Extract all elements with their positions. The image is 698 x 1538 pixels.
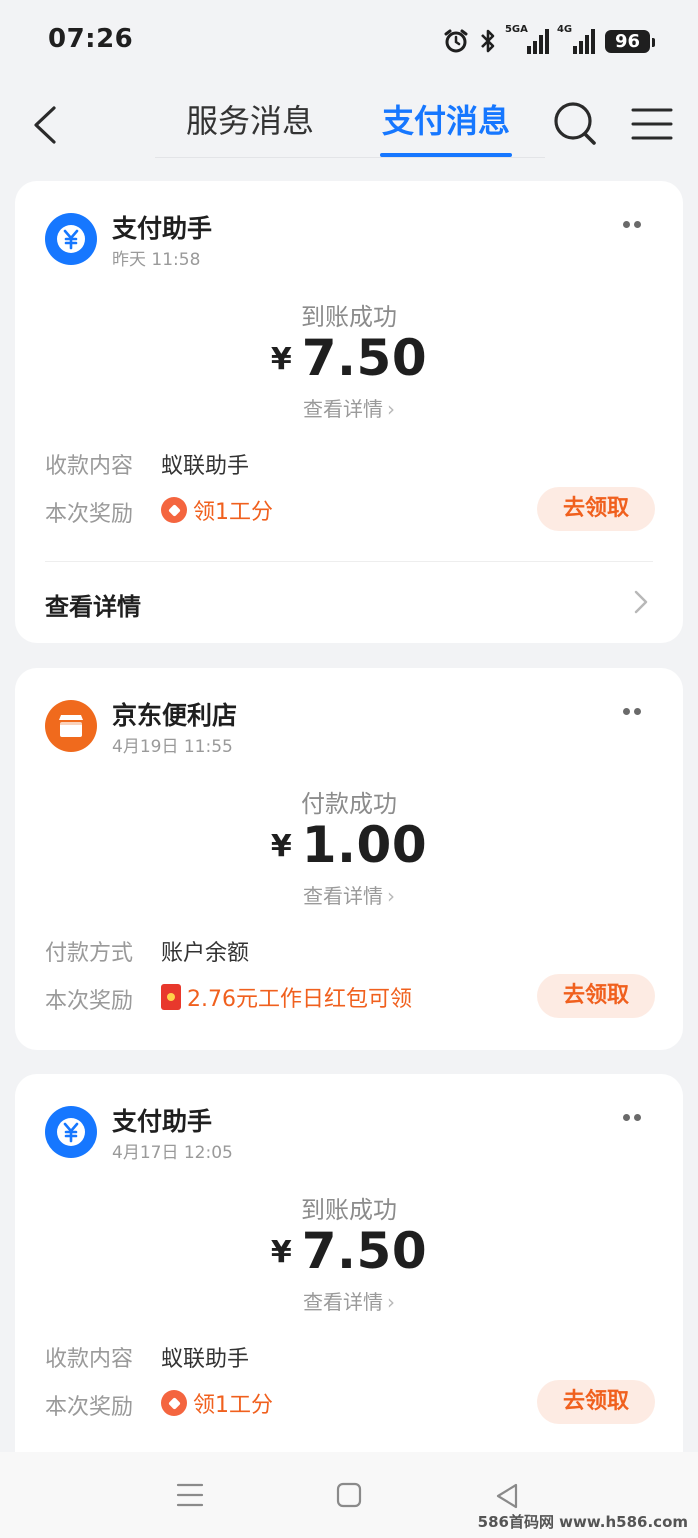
system-icons: 5GA 4G 96 [443, 24, 656, 58]
signal-5ga-icon: 5GA [505, 24, 549, 54]
divider [45, 561, 653, 562]
row-value: 蚁联助手 [161, 1347, 250, 1372]
sender-name: 京东便利店 [112, 701, 238, 730]
reward-value: 2.76元工作日红包可领 [161, 981, 412, 1013]
watermark: 586首码网 www.h586.com [477, 1513, 688, 1531]
back-triangle-icon[interactable] [494, 1482, 520, 1510]
currency-symbol: ¥ [270, 342, 292, 377]
currency-symbol: ¥ [270, 829, 292, 864]
sender-name: 支付助手 [112, 214, 213, 243]
reward-label: 本次奖励 [45, 502, 134, 527]
menu-icon[interactable] [630, 104, 674, 144]
tab-service-messages[interactable]: 服务消息 [186, 96, 314, 142]
chevron-right-icon: › [387, 1290, 395, 1314]
yuan-icon [57, 1118, 85, 1146]
view-details-link[interactable]: 查看详情 › [15, 1286, 683, 1315]
currency-symbol: ¥ [270, 1235, 292, 1270]
reward-label: 本次奖励 [45, 989, 134, 1014]
recent-apps-icon[interactable] [176, 1482, 204, 1508]
nav-header: 服务消息 支付消息 [0, 80, 698, 170]
bluetooth-icon [481, 29, 495, 53]
row-label: 收款内容 [45, 1347, 134, 1372]
store-icon [59, 715, 83, 737]
yuan-icon [57, 225, 85, 253]
points-icon [161, 1390, 187, 1416]
claim-button[interactable]: 去领取 [537, 974, 655, 1018]
row-value: 账户余额 [161, 941, 250, 966]
tab-payment-messages[interactable]: 支付消息 [382, 96, 510, 142]
amount-value: 7.50 [301, 329, 428, 387]
chevron-right-icon: › [387, 397, 395, 421]
row-label: 收款内容 [45, 454, 134, 479]
view-details-link[interactable]: 查看详情 › [15, 880, 683, 909]
transaction-amount: ¥1.00 [15, 816, 683, 874]
claim-button[interactable]: 去领取 [537, 487, 655, 531]
more-options-icon[interactable] [623, 221, 643, 229]
alipay-assistant-avatar [45, 213, 97, 265]
transaction-amount: ¥7.50 [15, 1222, 683, 1280]
red-packet-icon [161, 984, 181, 1010]
active-tab-indicator [380, 153, 512, 157]
alipay-assistant-avatar [45, 1106, 97, 1158]
row-value: 蚁联助手 [161, 454, 250, 479]
transaction-status: 付款成功 [301, 790, 397, 818]
row-label: 付款方式 [45, 941, 134, 966]
reward-value: 领1工分 [161, 1387, 273, 1419]
system-nav-bar: 586首码网 www.h586.com [0, 1452, 698, 1538]
search-icon[interactable] [550, 98, 600, 150]
home-icon[interactable] [336, 1482, 362, 1508]
store-avatar [45, 700, 97, 752]
reward-label: 本次奖励 [45, 1395, 134, 1420]
message-time: 昨天 11:58 [112, 250, 201, 270]
signal-4g-icon: 4G [557, 24, 595, 54]
message-card[interactable]: 支付助手 4月17日 12:05 到账成功 ¥7.50 查看详情 › 收款内容 蚁… [15, 1074, 683, 1474]
battery-level: 96 [604, 29, 656, 53]
transaction-amount: ¥7.50 [15, 329, 683, 387]
reward-value: 领1工分 [161, 494, 273, 526]
view-details-footer[interactable]: 查看详情 [45, 587, 141, 622]
message-time: 4月17日 12:05 [112, 1143, 233, 1163]
tab-divider [155, 157, 545, 158]
chevron-right-icon: › [387, 884, 395, 908]
more-options-icon[interactable] [623, 708, 643, 716]
back-arrow-icon[interactable] [28, 102, 68, 148]
status-bar: 07:26 5GA 4G 96 [0, 0, 698, 80]
clock: 07:26 [48, 24, 134, 54]
more-options-icon[interactable] [623, 1114, 643, 1122]
message-card[interactable]: 京东便利店 4月19日 11:55 付款成功 ¥1.00 查看详情 › 付款方式 … [15, 668, 683, 1050]
amount-value: 7.50 [301, 1222, 428, 1280]
transaction-status: 到账成功 [301, 303, 397, 331]
message-card[interactable]: 支付助手 昨天 11:58 到账成功 ¥7.50 查看详情 › 收款内容 蚁联助手… [15, 181, 683, 643]
chevron-right-icon[interactable] [633, 589, 649, 615]
claim-button[interactable]: 去领取 [537, 1380, 655, 1424]
amount-value: 1.00 [301, 816, 428, 874]
sender-name: 支付助手 [112, 1107, 213, 1136]
alarm-icon [444, 29, 468, 53]
message-time: 4月19日 11:55 [112, 737, 233, 757]
points-icon [161, 497, 187, 523]
transaction-status: 到账成功 [301, 1196, 397, 1224]
view-details-link[interactable]: 查看详情 › [15, 393, 683, 422]
